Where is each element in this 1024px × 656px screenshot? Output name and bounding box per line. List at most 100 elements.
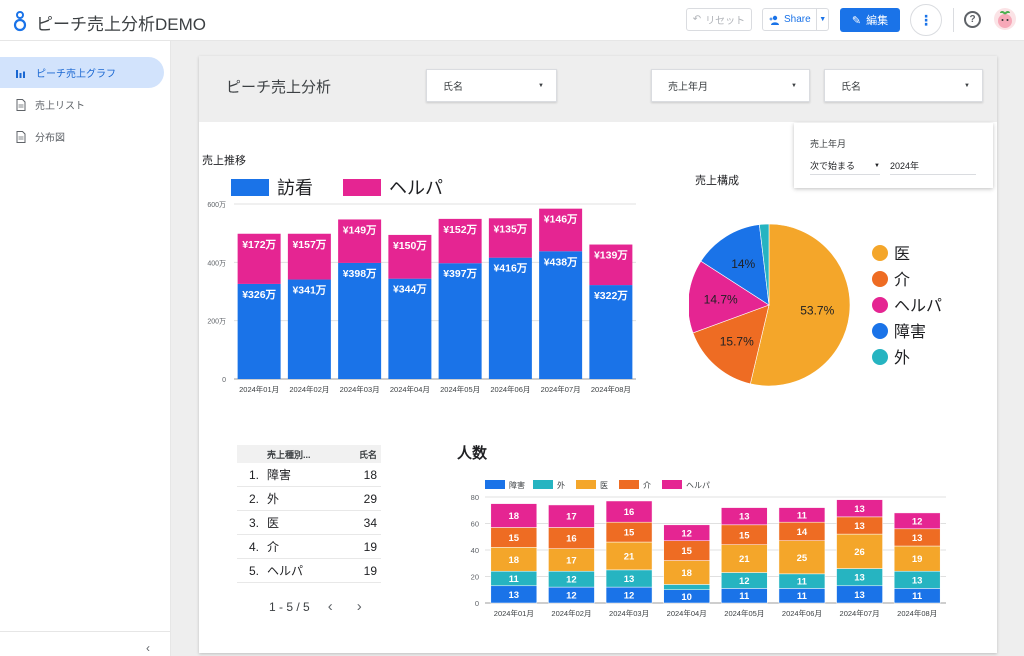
legend-label: ヘルパ [894,298,942,315]
bar-segment [438,263,482,379]
row-type: 医 [267,516,280,530]
x-tick-label: 2024年01月 [494,608,534,618]
reset-label: リセット [705,16,746,27]
top-bar: ピーチ売上分析DEMO ↶ リセット Share ▼ ✎ 編集 ⋮ ? [0,0,1024,41]
x-tick-label: 2024年01月 [239,384,279,394]
bar-data-label: 15 [739,530,750,541]
row-count: 18 [363,467,377,482]
x-tick-label: 2024年03月 [340,384,380,394]
more-options-button[interactable]: ⋮ [910,4,942,36]
prev-page-icon[interactable]: ‹ [328,598,333,615]
x-tick-label: 2024年08月 [897,608,937,618]
x-tick-label: 2024年05月 [440,384,480,394]
column-header[interactable]: 氏名 [347,448,381,461]
reset-button[interactable]: ↶ リセット [686,8,752,31]
bar-data-label: 18 [509,511,520,522]
pager-range: 1 - 5 / 5 [269,599,310,614]
bar-data-label: 14 [797,527,808,538]
avatar[interactable] [994,8,1016,30]
legend-swatch [619,480,639,489]
bar-data-label: 11 [509,574,520,585]
legend-label: 介 [643,481,651,490]
next-page-icon[interactable]: › [357,598,362,615]
match-mode-select[interactable]: 次で始まる ▼ [810,157,880,175]
legend-swatch [872,297,888,313]
share-dropdown-icon[interactable]: ▼ [816,9,828,30]
popup-label: 売上年月 [810,139,847,149]
bar-data-label: 18 [681,568,692,579]
peach-avatar-icon [998,11,1012,28]
sidebar-item-sales-list[interactable]: 売上リスト [0,89,164,120]
bar-data-label: 15 [509,533,520,544]
bar-data-label: 10 [681,592,692,603]
legend-label: 外 [894,349,910,367]
bar-data-label: ¥438万 [544,256,578,268]
bar-data-label: 12 [566,575,577,586]
y-tick-label: 0 [475,599,479,608]
x-tick-label: 2024年07月 [840,608,880,618]
table-row: 2. 外 29 [237,487,381,511]
y-tick-label: 80 [471,493,479,502]
y-tick-label: 20 [471,573,479,582]
sidebar-item-sales-graph[interactable]: ピーチ売上グラフ [0,57,164,88]
report-page: ピーチ売上分析 氏名 ▼ 売上年月 ▼ 氏名 ▼ 売上年月 次で始まる ▼ 20… [199,56,997,653]
bar-data-label: 13 [509,590,520,601]
bar-data-label: ¥344万 [393,284,427,296]
legend-swatch [343,179,381,196]
match-value-input[interactable]: 2024年 [890,157,976,175]
x-tick-label: 2024年02月 [551,608,591,618]
share-label: Share [784,14,811,25]
row-index: 5. [248,563,259,578]
row-index: 3. [248,515,259,530]
table-pager: 1 - 5 / 5 ‹ › [269,598,362,615]
row-index: 2. [248,491,259,506]
legend-swatch [231,179,269,196]
x-tick-label: 2024年08月 [591,384,631,394]
filter-month-dropdown[interactable]: 売上年月 ▼ [651,69,810,102]
sidebar-item-label: ピーチ売上グラフ [36,69,116,80]
app-logo-icon [13,11,27,32]
bar-data-label: 12 [624,591,635,602]
bar-data-label: 17 [566,555,577,566]
bar-data-label: 12 [681,528,692,539]
y-tick-label: 200万 [207,318,226,326]
y-tick-label: 400万 [207,259,226,267]
legend-label: 訪看 [277,178,313,198]
person-add-icon [769,15,779,25]
row-index: 4. [248,539,259,554]
bar-data-label: 21 [739,554,750,565]
sidebar-item-label: 分布図 [35,133,65,144]
help-icon[interactable]: ? [964,11,981,28]
bar-data-label: ¥326万 [242,289,276,301]
bar-data-label: 13 [912,533,923,544]
bar-data-label: 25 [797,553,808,564]
sidebar-divider [0,631,170,632]
bar-data-label: 11 [912,591,923,602]
bar-data-label: ¥139万 [594,250,628,262]
bar-data-label: 12 [566,591,577,602]
bar-data-label: ¥157万 [292,239,326,251]
filter-name-dropdown[interactable]: 氏名 ▼ [426,69,557,102]
edit-button[interactable]: ✎ 編集 [840,8,900,32]
edit-label: 編集 [866,15,889,27]
collapse-sidebar-icon[interactable]: ‹ [146,641,150,655]
legend-swatch [485,480,505,489]
share-button[interactable]: Share ▼ [762,8,829,31]
row-count: 19 [363,539,377,554]
bar-data-label: ¥322万 [594,290,628,302]
bar-data-label: 16 [566,534,577,545]
filter-name-dropdown-2[interactable]: 氏名 ▼ [824,69,983,102]
bar-segment [539,251,583,379]
row-count: 29 [363,491,377,506]
bar-data-label: 19 [912,554,923,565]
legend-label: ヘルパ [686,481,710,490]
x-tick-label: 2024年04月 [667,608,707,618]
report-title: ピーチ売上分析 [226,79,332,96]
y-tick-label: 600万 [207,201,226,209]
pie-data-label: 15.7% [720,334,754,348]
dropdown-arrow-icon: ▼ [791,82,797,89]
document-icon [16,130,26,143]
column-header[interactable]: 売上種別... [267,448,347,461]
x-tick-label: 2024年06月 [782,608,822,618]
sidebar-item-distribution[interactable]: 分布図 [0,121,164,152]
